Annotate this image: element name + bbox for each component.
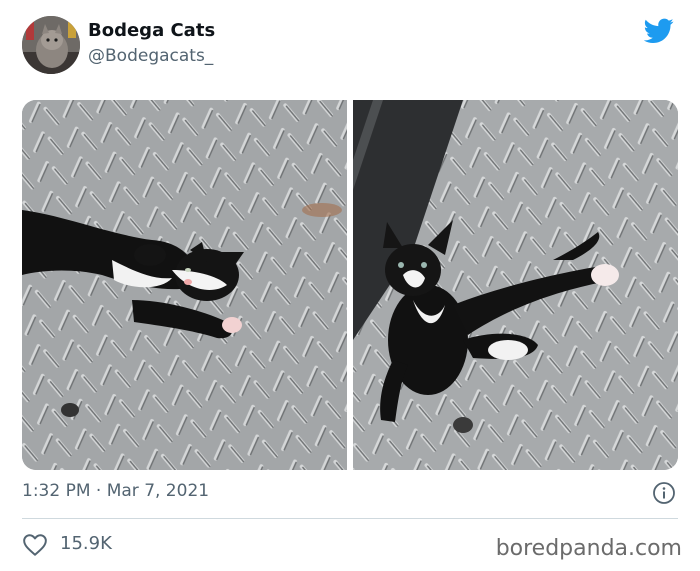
tweet-header: Bodega Cats @Bodegacats_ bbox=[22, 16, 678, 76]
tweet-media[interactable] bbox=[22, 100, 678, 470]
author-handle[interactable]: @Bodegacats_ bbox=[88, 46, 213, 66]
author-avatar[interactable] bbox=[22, 16, 80, 74]
like-count: 15.9K bbox=[60, 533, 112, 554]
tweet-timestamp[interactable]: 1:32 PM · Mar 7, 2021 bbox=[22, 481, 209, 501]
tweet-photo-1[interactable] bbox=[22, 100, 347, 470]
tweet-photo-2[interactable] bbox=[353, 100, 678, 470]
twitter-bird-icon[interactable] bbox=[644, 18, 674, 44]
author-display-name[interactable]: Bodega Cats bbox=[88, 20, 215, 41]
info-icon[interactable] bbox=[652, 481, 676, 505]
watermark: boredpanda.com bbox=[495, 536, 682, 561]
tweet-divider bbox=[22, 518, 678, 519]
heart-icon[interactable] bbox=[22, 533, 48, 557]
